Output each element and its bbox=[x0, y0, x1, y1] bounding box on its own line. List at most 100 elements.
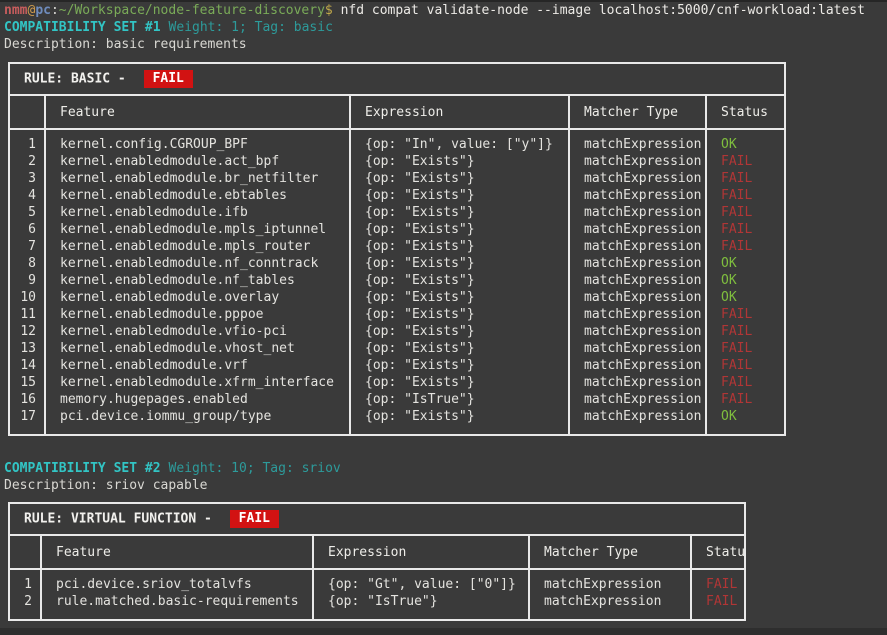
rule-status-badge: FAIL bbox=[230, 510, 279, 528]
prompt-hostname: pc bbox=[35, 3, 51, 18]
expression-column-header: Expression bbox=[349, 96, 568, 130]
matcher-type-cell: matchExpression bbox=[568, 289, 705, 306]
compat-set-1-meta: Weight: 1; Tag: basic bbox=[169, 20, 333, 35]
row-number-cell: 2 bbox=[10, 593, 40, 619]
feature-cell: kernel.enabledmodule.act_bpf bbox=[44, 153, 349, 170]
matcher-type-cell: matchExpression bbox=[568, 153, 705, 170]
expression-cell: {op: "In", value: ["y"]} bbox=[349, 130, 568, 153]
rule-header-row: RULE: BASIC - FAIL bbox=[10, 64, 784, 96]
feature-cell: pci.device.sriov_totalvfs bbox=[40, 570, 312, 593]
rule-title-cell: RULE: BASIC - FAIL bbox=[10, 64, 784, 96]
expression-cell: {op: "Exists"} bbox=[349, 374, 568, 391]
terminal-bottom-edge bbox=[0, 628, 887, 635]
status-cell: FAIL bbox=[690, 593, 744, 619]
table-row: 2kernel.enabledmodule.act_bpf{op: "Exist… bbox=[10, 153, 784, 170]
row-number-cell: 4 bbox=[10, 187, 44, 204]
status-cell: FAIL bbox=[705, 221, 784, 238]
row-number-cell: 3 bbox=[10, 170, 44, 187]
row-number-cell: 14 bbox=[10, 357, 44, 374]
row-number-cell: 2 bbox=[10, 153, 44, 170]
status-cell: FAIL bbox=[705, 187, 784, 204]
feature-cell: kernel.enabledmodule.pppoe bbox=[44, 306, 349, 323]
matcher-type-cell: matchExpression bbox=[568, 391, 705, 408]
status-cell: OK bbox=[705, 408, 784, 434]
column-header-row: Feature Expression Matcher Type Status bbox=[10, 96, 784, 130]
row-number-cell: 10 bbox=[10, 289, 44, 306]
rule-title-cell: RULE: VIRTUAL FUNCTION - FAIL bbox=[10, 504, 744, 536]
feature-column-header: Feature bbox=[40, 536, 312, 570]
matcher-type-column-header: Matcher Type bbox=[568, 96, 705, 130]
feature-column-header: Feature bbox=[44, 96, 349, 130]
rule-label: RULE: BASIC - bbox=[24, 72, 134, 87]
row-number-cell: 1 bbox=[10, 570, 40, 593]
feature-cell: kernel.enabledmodule.overlay bbox=[44, 289, 349, 306]
row-number-cell: 1 bbox=[10, 130, 44, 153]
expression-cell: {op: "Exists"} bbox=[349, 408, 568, 434]
terminal-window: nmm@pc:~/Workspace/node-feature-discover… bbox=[0, 0, 887, 635]
matcher-type-cell: matchExpression bbox=[568, 221, 705, 238]
expression-cell: {op: "Exists"} bbox=[349, 153, 568, 170]
matcher-type-cell: matchExpression bbox=[568, 323, 705, 340]
feature-cell: pci.device.iommu_group/type bbox=[44, 408, 349, 434]
feature-cell: rule.matched.basic-requirements bbox=[40, 593, 312, 619]
table-row: 4kernel.enabledmodule.ebtables{op: "Exis… bbox=[10, 187, 784, 204]
feature-cell: kernel.enabledmodule.vfio-pci bbox=[44, 323, 349, 340]
prompt-username: nmm bbox=[4, 3, 27, 18]
feature-cell: kernel.config.CGROUP_BPF bbox=[44, 130, 349, 153]
status-cell: OK bbox=[705, 289, 784, 306]
rule-basic-table-body: 1kernel.config.CGROUP_BPF{op: "In", valu… bbox=[10, 130, 784, 434]
prompt-dollar-symbol: $ bbox=[325, 3, 341, 18]
expression-cell: {op: "Gt", value: ["0"]} bbox=[312, 570, 528, 593]
status-cell: FAIL bbox=[705, 170, 784, 187]
rule-header-row: RULE: VIRTUAL FUNCTION - FAIL bbox=[10, 504, 744, 536]
expression-cell: {op: "Exists"} bbox=[349, 272, 568, 289]
feature-cell: kernel.enabledmodule.mpls_iptunnel bbox=[44, 221, 349, 238]
rule-status-badge: FAIL bbox=[144, 70, 193, 88]
compat-set-2-description: Description: sriov capable bbox=[0, 477, 887, 494]
table-row: 9kernel.enabledmodule.nf_tables{op: "Exi… bbox=[10, 272, 784, 289]
table-row: 2rule.matched.basic-requirements{op: "Is… bbox=[10, 593, 744, 619]
expression-cell: {op: "Exists"} bbox=[349, 170, 568, 187]
expression-column-header: Expression bbox=[312, 536, 528, 570]
expression-cell: {op: "Exists"} bbox=[349, 204, 568, 221]
feature-cell: kernel.enabledmodule.br_netfilter bbox=[44, 170, 349, 187]
row-number-cell: 12 bbox=[10, 323, 44, 340]
status-cell: FAIL bbox=[705, 374, 784, 391]
expression-cell: {op: "Exists"} bbox=[349, 255, 568, 272]
status-column-header: Status bbox=[690, 536, 744, 570]
table-row: 10kernel.enabledmodule.overlay{op: "Exis… bbox=[10, 289, 784, 306]
rule-label: RULE: VIRTUAL FUNCTION - bbox=[24, 512, 220, 527]
prompt-separator: : bbox=[51, 3, 59, 18]
expression-cell: {op: "Exists"} bbox=[349, 221, 568, 238]
status-cell: FAIL bbox=[705, 391, 784, 408]
table-row: 1pci.device.sriov_totalvfs{op: "Gt", val… bbox=[10, 570, 744, 593]
matcher-type-cell: matchExpression bbox=[528, 593, 690, 619]
rule-basic-table: RULE: BASIC - FAIL Feature Expression Ma… bbox=[8, 62, 786, 436]
matcher-type-cell: matchExpression bbox=[568, 130, 705, 153]
table-row: 15kernel.enabledmodule.xfrm_interface{op… bbox=[10, 374, 784, 391]
table-row: 12kernel.enabledmodule.vfio-pci{op: "Exi… bbox=[10, 323, 784, 340]
prompt-path: ~/Workspace/node-feature-discovery bbox=[59, 3, 325, 18]
compat-set-1-title: COMPATIBILITY SET #1 bbox=[4, 20, 161, 35]
compat-set-2-heading: COMPATIBILITY SET #2Weight: 10; Tag: sri… bbox=[0, 460, 887, 477]
expression-cell: {op: "Exists"} bbox=[349, 289, 568, 306]
row-number-cell: 8 bbox=[10, 255, 44, 272]
status-cell: FAIL bbox=[705, 323, 784, 340]
table-row: 1kernel.config.CGROUP_BPF{op: "In", valu… bbox=[10, 130, 784, 153]
expression-cell: {op: "Exists"} bbox=[349, 238, 568, 255]
table-row: 11kernel.enabledmodule.pppoe{op: "Exists… bbox=[10, 306, 784, 323]
compat-set-2-title: COMPATIBILITY SET #2 bbox=[4, 461, 161, 476]
row-number-cell: 15 bbox=[10, 374, 44, 391]
feature-cell: kernel.enabledmodule.mpls_router bbox=[44, 238, 349, 255]
expression-cell: {op: "Exists"} bbox=[349, 187, 568, 204]
table-row: 3kernel.enabledmodule.br_netfilter{op: "… bbox=[10, 170, 784, 187]
status-cell: OK bbox=[705, 272, 784, 289]
prompt-line: nmm@pc:~/Workspace/node-feature-discover… bbox=[0, 2, 887, 19]
expression-cell: {op: "Exists"} bbox=[349, 340, 568, 357]
row-number-column-header bbox=[10, 536, 40, 570]
status-cell: FAIL bbox=[705, 340, 784, 357]
expression-cell: {op: "Exists"} bbox=[349, 323, 568, 340]
row-number-cell: 9 bbox=[10, 272, 44, 289]
feature-cell: kernel.enabledmodule.vrf bbox=[44, 357, 349, 374]
compat-set-1-description: Description: basic requirements bbox=[0, 36, 887, 53]
